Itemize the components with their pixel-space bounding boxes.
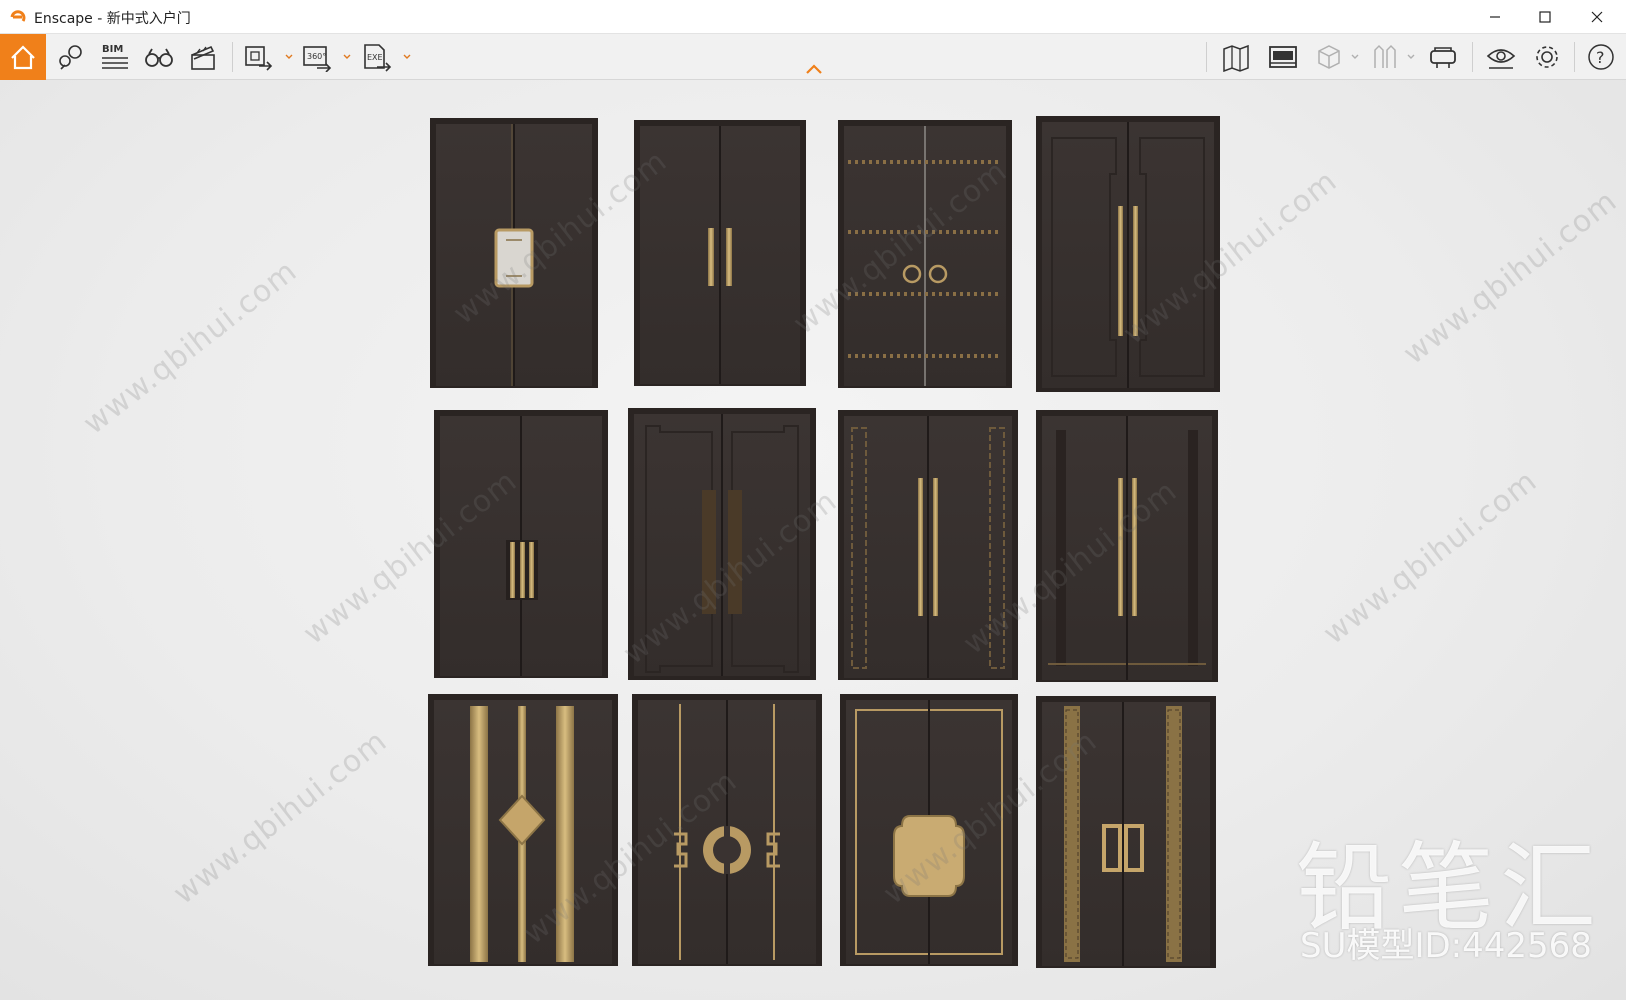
map-button[interactable] <box>1218 39 1256 75</box>
chevron-down-icon[interactable] <box>402 52 412 62</box>
door-6[interactable] <box>628 408 816 680</box>
toolbar-separator <box>1206 42 1207 72</box>
exe-export-icon: EXE <box>364 44 392 72</box>
books-button[interactable] <box>1366 39 1404 75</box>
books-icon <box>1374 44 1396 68</box>
bim-icon: BIM <box>102 44 128 69</box>
panorama-button[interactable]: 360° <box>298 39 336 75</box>
exe-export-button[interactable]: EXE <box>358 39 396 75</box>
cube-button[interactable] <box>1310 39 1348 75</box>
render-viewport[interactable]: www.qbihui.com www.qbihui.com www.qbihui… <box>0 80 1626 1000</box>
bim-button[interactable]: BIM <box>96 39 134 75</box>
cube-icon <box>1318 45 1340 69</box>
door-10[interactable] <box>632 694 822 966</box>
door-1[interactable] <box>430 118 598 388</box>
door-4[interactable] <box>1036 116 1220 392</box>
asset-library-icon <box>1269 46 1297 68</box>
asset-library-button[interactable] <box>1264 39 1302 75</box>
door-2[interactable] <box>634 120 806 386</box>
settings-button[interactable] <box>1528 39 1566 75</box>
window-title: Enscape - 新中式入户门 <box>34 11 191 27</box>
door-8[interactable] <box>1036 410 1218 682</box>
door-12[interactable] <box>1036 696 1216 968</box>
minimize-button[interactable] <box>1472 0 1518 34</box>
screenshot-export-button[interactable] <box>240 39 278 75</box>
minimize-icon <box>1490 16 1500 18</box>
maximize-icon <box>1539 11 1551 23</box>
svg-text:360°: 360° <box>307 52 326 61</box>
map-icon <box>1223 44 1249 72</box>
vr-headset-button[interactable] <box>1424 39 1462 75</box>
chevron-up-icon[interactable] <box>802 62 826 78</box>
clapperboard-icon <box>191 45 215 70</box>
close-button[interactable] <box>1574 0 1620 34</box>
toolbar-separator <box>1472 42 1473 72</box>
svg-text:?: ? <box>1596 48 1605 67</box>
chevron-down-icon[interactable] <box>284 52 294 62</box>
visual-settings-button[interactable] <box>1482 39 1520 75</box>
door-11[interactable] <box>840 694 1018 966</box>
binoculars-icon <box>145 48 173 67</box>
chevron-down-icon[interactable] <box>1406 52 1416 62</box>
home-button[interactable] <box>0 34 46 80</box>
vr-headset-icon <box>1430 47 1456 68</box>
help-button[interactable]: ? <box>1582 39 1620 75</box>
toolbar-separator <box>232 42 233 72</box>
enscape-logo-icon <box>10 10 26 22</box>
views-button[interactable] <box>52 39 90 75</box>
door-gallery <box>428 116 1220 968</box>
door-5[interactable] <box>434 410 608 678</box>
gear-icon <box>1536 46 1558 68</box>
maximize-button[interactable] <box>1522 0 1568 34</box>
chevron-down-icon[interactable] <box>1350 52 1360 62</box>
help-icon: ? <box>1588 44 1614 70</box>
svg-text:EXE: EXE <box>367 53 383 62</box>
video-editor-button[interactable] <box>184 39 222 75</box>
svg-text:BIM: BIM <box>102 44 123 55</box>
main-toolbar: BIM 360° EXE ? <box>0 34 1626 80</box>
chevron-down-icon[interactable] <box>342 52 352 62</box>
home-icon <box>11 45 35 70</box>
eye-icon <box>1486 49 1516 69</box>
door-7[interactable] <box>838 410 1018 680</box>
views-icon <box>59 45 82 70</box>
title-bar: Enscape - 新中式入户门 <box>0 0 1626 34</box>
door-9[interactable] <box>428 694 618 966</box>
door-3[interactable] <box>838 120 1012 388</box>
panorama-360-icon: 360° <box>303 46 332 72</box>
screenshot-export-icon <box>245 46 273 71</box>
close-icon <box>1591 11 1603 23</box>
toolbar-separator <box>1574 42 1575 72</box>
binoculars-button[interactable] <box>140 39 178 75</box>
